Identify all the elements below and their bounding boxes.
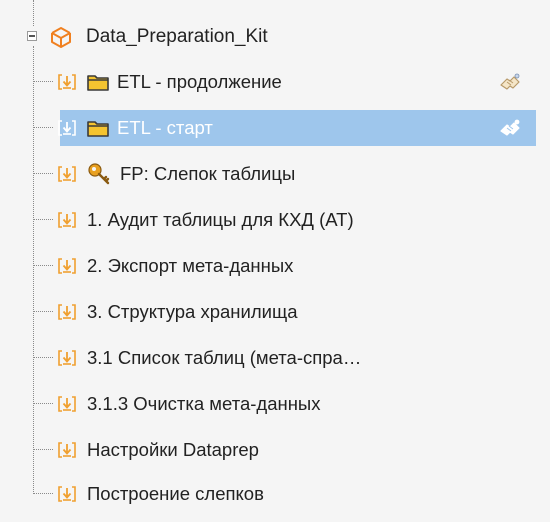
tree-item-label: ETL - продолжение xyxy=(117,71,282,92)
tree-connector-branch xyxy=(33,311,53,312)
tree-item-label: Настройки Dataprep xyxy=(87,439,259,460)
tree-item-label: FP: Слепок таблицы xyxy=(120,163,296,184)
collapse-toggle[interactable] xyxy=(27,31,37,41)
task-icon xyxy=(58,212,76,228)
shared-handshake-icon xyxy=(500,73,520,90)
task-icon xyxy=(58,442,76,458)
tree-connector-branch xyxy=(33,81,53,82)
tree-item-label: 2. Экспорт мета-данных xyxy=(87,255,294,276)
tree-item-audit-table[interactable]: 1. Аудит таблицы для КХД (АТ) xyxy=(33,202,536,238)
tree-connector-branch xyxy=(33,127,53,128)
tree-item-export-metadata[interactable]: 2. Экспорт мета-данных xyxy=(33,248,536,284)
folder-icon xyxy=(87,121,109,137)
tree-item-label: ETL - старт xyxy=(117,117,213,138)
task-icon xyxy=(58,486,76,502)
task-icon xyxy=(58,258,76,274)
task-icon xyxy=(58,120,76,136)
tree-item-label: 3.1.3 Очистка мета-данных xyxy=(87,393,321,414)
tree-item-etl-start[interactable]: ETL - старт xyxy=(33,110,536,146)
tree-connector-branch xyxy=(33,449,53,450)
tree-item-etl-continue[interactable]: ETL - продолжение xyxy=(33,64,536,100)
tree-root-node[interactable]: Data_Preparation_Kit xyxy=(48,20,268,54)
task-icon xyxy=(58,396,76,412)
folder-icon xyxy=(87,75,109,91)
tree-connector-branch xyxy=(33,403,53,404)
tree-item-table-list[interactable]: 3.1 Список таблиц (мета-спра… xyxy=(33,340,536,376)
tree-connector-branch xyxy=(33,173,53,174)
task-icon xyxy=(58,350,76,366)
tree-item-dataprep-settings[interactable]: Настройки Dataprep xyxy=(33,432,536,468)
project-tree: Data_Preparation_Kit ETL - продолжение E… xyxy=(0,0,550,522)
task-icon xyxy=(58,74,76,90)
key-icon xyxy=(88,163,110,185)
task-icon xyxy=(58,166,76,182)
tree-item-label: Построение слепков xyxy=(87,483,264,504)
tree-item-storage-structure[interactable]: 3. Структура хранилища xyxy=(33,294,536,330)
shared-handshake-icon xyxy=(500,119,520,136)
tree-item-clean-metadata[interactable]: 3.1.3 Очистка мета-данных xyxy=(33,386,536,422)
package-icon xyxy=(51,27,71,48)
tree-item-label: 1. Аудит таблицы для КХД (АТ) xyxy=(87,209,354,230)
tree-connector-branch xyxy=(33,265,53,266)
tree-item-label: 3. Структура хранилища xyxy=(87,301,298,322)
tree-connector-branch xyxy=(33,357,53,358)
tree-connector-branch xyxy=(33,493,53,494)
task-icon xyxy=(58,304,76,320)
tree-item-fp-snapshot[interactable]: FP: Слепок таблицы xyxy=(33,156,536,192)
tree-root-label: Data_Preparation_Kit xyxy=(86,26,268,47)
tree-item-build-snapshots[interactable]: Построение слепков xyxy=(33,476,536,512)
tree-connector-branch xyxy=(33,219,53,220)
tree-item-label: 3.1 Список таблиц (мета-спра… xyxy=(87,347,362,368)
tree-connector-top xyxy=(33,0,34,26)
